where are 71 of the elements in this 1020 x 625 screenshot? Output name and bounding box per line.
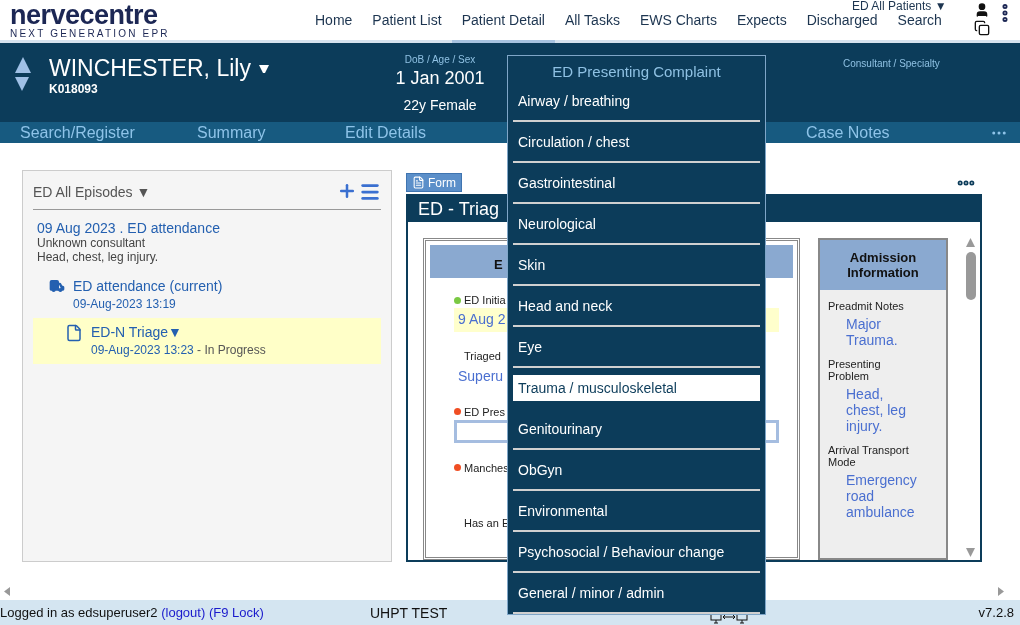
dropdown-option[interactable]: Gastrointestinal xyxy=(513,169,760,196)
logged-in-text: Logged in as edsuperuser2 xyxy=(0,605,158,620)
field-label: ED Pres xyxy=(464,405,505,418)
date-of-birth: 1 Jan 2001 xyxy=(395,68,485,89)
dropdown-option[interactable]: Airway / breathing xyxy=(513,87,760,114)
environment-label: UHPT TEST xyxy=(370,604,449,621)
dropdown-option[interactable]: Trauma / musculoskeletal xyxy=(513,374,760,401)
add-icon[interactable] xyxy=(337,181,357,201)
admission-label: Arrival Transport Mode xyxy=(827,443,910,468)
nav-link[interactable]: All Tasks xyxy=(554,12,630,43)
dropdown-option[interactable]: Head and neck xyxy=(513,292,760,319)
dropdown-title: ED Presenting Complaint xyxy=(551,63,722,81)
dropdown-option[interactable]: Circulation / chest xyxy=(513,128,760,155)
document-icon xyxy=(412,176,425,189)
version-label: v7.2.8 xyxy=(978,605,1014,620)
logout-link[interactable]: (logout) xyxy=(161,605,206,620)
admission-value: Emergency road ambulance xyxy=(845,471,918,520)
form-title: ED - Triag xyxy=(418,199,500,219)
field-label: Triaged xyxy=(463,350,501,363)
episode-item-time: 09-Aug-2023 13:23 xyxy=(91,343,194,357)
dropdown-option[interactable]: Genitourinary xyxy=(513,415,760,442)
admission-value: Major Trauma. xyxy=(845,315,899,348)
episode-complaint: Head, chest, leg injury. xyxy=(36,250,160,264)
subnav-link[interactable]: Case Notes xyxy=(806,123,990,142)
episode-item-title[interactable]: ED-N Triage▼ xyxy=(91,324,266,340)
dropdown-option[interactable]: Eye xyxy=(513,333,760,360)
dob-label: DoB / Age / Sex xyxy=(404,54,476,65)
lock-link[interactable]: (F9 Lock) xyxy=(208,605,264,620)
field-label: ED Initia xyxy=(464,294,506,307)
dropdown-option[interactable]: General / minor / admin xyxy=(513,579,760,606)
subnav-link[interactable]: Search/Register xyxy=(20,123,197,142)
logo-tagline: NEXT GENERATION EPR xyxy=(10,28,171,40)
nav-link[interactable]: Patient List xyxy=(362,12,452,43)
nav-link[interactable]: Discharged xyxy=(796,12,888,43)
episode-item[interactable]: ED attendance (current) 09-Aug-2023 13:19 xyxy=(33,272,381,318)
up-down-arrows-icon[interactable] xyxy=(15,57,31,91)
episode-item-time: 09-Aug-2023 13:19 xyxy=(73,297,176,311)
admission-label: Presenting Problem xyxy=(827,357,882,382)
ambulance-icon xyxy=(49,278,65,294)
patient-name: WINCHESTER, Lily xyxy=(49,55,251,82)
nav-link[interactable]: EWS Charts xyxy=(629,12,727,43)
admission-label: Preadmit Notes xyxy=(827,299,905,312)
subnav-link[interactable]: Summary xyxy=(197,123,345,142)
windows-icon[interactable] xyxy=(974,20,990,36)
episode-item-title[interactable]: ED attendance (current) xyxy=(73,278,223,294)
field-value: Superu xyxy=(457,368,505,385)
dropdown-option[interactable]: Environmental xyxy=(513,497,760,524)
logo-name: nervecentre xyxy=(10,2,158,28)
consultant-label: Consultant / Specialty xyxy=(843,58,940,69)
episode-link[interactable]: 09 Aug 2023 . ED attendance xyxy=(33,220,381,236)
admission-title: Admission Information xyxy=(820,240,946,290)
nav-link[interactable]: Expects xyxy=(726,12,797,43)
episodes-selector[interactable]: ED All Episodes ▼ xyxy=(33,184,151,200)
admission-value: Head, chest, leg injury. xyxy=(845,385,907,434)
episode-consultant: Unknown consultant xyxy=(36,236,147,250)
dropdown-option[interactable]: Neurological xyxy=(513,210,760,237)
nav-link[interactable]: Home xyxy=(305,12,363,43)
age-sex: 22y Female xyxy=(403,97,477,113)
patient-list-selector[interactable]: ED All Patients ▼ xyxy=(852,0,947,12)
caret-icon[interactable] xyxy=(258,64,269,73)
nav-link[interactable]: Search xyxy=(887,12,952,43)
episode-item[interactable]: ED-N Triage▼ 09-Aug-2023 13:23 - In Progress xyxy=(33,318,381,364)
vertical-scrollbar[interactable] xyxy=(964,238,978,558)
document-icon xyxy=(65,324,83,342)
field-label: Manches xyxy=(464,461,509,474)
dropdown-option[interactable]: ObGyn xyxy=(513,456,760,483)
episode-item-status: - In Progress xyxy=(196,343,266,357)
dropdown-option[interactable]: Psychosocial / Behaviour change xyxy=(513,538,760,565)
patient-id: K018093 xyxy=(49,82,99,96)
dropdown-option[interactable]: Skin xyxy=(513,251,760,278)
user-icon[interactable] xyxy=(974,2,990,18)
